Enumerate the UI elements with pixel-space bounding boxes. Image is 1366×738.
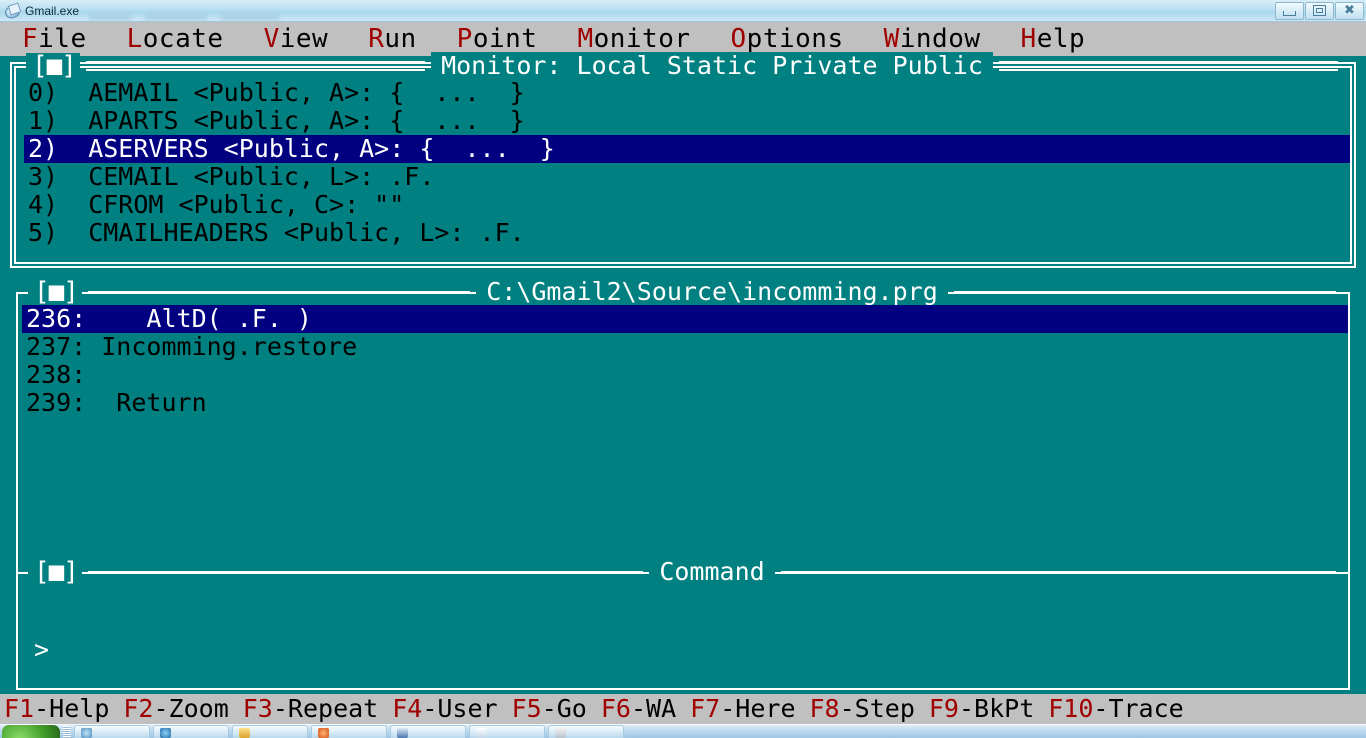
os-taskbar xyxy=(0,724,1366,738)
fkey-label: F3 xyxy=(242,694,273,723)
start-button[interactable] xyxy=(2,725,60,738)
minimize-button[interactable] xyxy=(1275,1,1304,20)
fkey-action: -Here xyxy=(720,694,796,723)
monitor-row[interactable]: 0) AEMAIL <Public, A>: { ... } xyxy=(24,79,1350,107)
source-line-selected[interactable]: 236: AltD( .F. ) xyxy=(22,305,1348,333)
fkey-f8-step[interactable]: F8-Step xyxy=(810,695,915,723)
command-window: [■] Command > xyxy=(16,558,1350,690)
menu-hotkey: W xyxy=(883,24,900,54)
source-code-list: 236: AltD( .F. ) 237: Incomming.restore … xyxy=(18,294,1348,586)
fkey-label: F5 xyxy=(511,694,542,723)
menu-hotkey: R xyxy=(368,24,385,54)
fkey-label: F8 xyxy=(809,694,840,723)
fkey-action: -Help xyxy=(34,694,110,723)
menu-label: iew xyxy=(279,24,329,54)
menu-hotkey: O xyxy=(730,24,747,54)
fkey-f9-bkpt[interactable]: F9-BkPt xyxy=(929,695,1034,723)
fkey-action: -User xyxy=(422,694,498,723)
fkey-label: F2 xyxy=(123,694,154,723)
monitor-row-selected[interactable]: 2) ASERVERS <Public, A>: { ... } xyxy=(24,135,1350,163)
caption-rule-right xyxy=(953,291,1337,293)
menu-item-run[interactable]: Run xyxy=(368,24,416,54)
fkey-action: -Repeat xyxy=(272,694,379,723)
menu-label: elp xyxy=(1036,24,1086,54)
menu-item-monitor[interactable]: Monitor xyxy=(577,24,690,54)
source-line[interactable]: 238: xyxy=(22,361,1348,389)
menu-item-help[interactable]: Help xyxy=(1021,24,1086,54)
redacted-title-text xyxy=(89,6,293,21)
menu-item-options[interactable]: Options xyxy=(731,24,844,54)
os-window-title: Gmail.exe xyxy=(25,3,80,18)
taskbar-item[interactable] xyxy=(153,725,229,738)
menu-item-point[interactable]: Point xyxy=(457,24,538,54)
menu-label: ptions xyxy=(746,24,844,54)
menu-label: ile xyxy=(38,24,87,54)
fkey-action: -Trace xyxy=(1093,694,1184,723)
caption-rule-right xyxy=(780,571,1337,573)
menu-hotkey: H xyxy=(1020,24,1037,54)
menu-label: onitor xyxy=(593,24,691,54)
menu-hotkey: F xyxy=(22,24,39,54)
fkey-action: -WA xyxy=(630,694,677,723)
fkey-label: F1 xyxy=(4,694,35,723)
menu-label: indow xyxy=(899,24,981,54)
app-icon xyxy=(3,2,22,20)
monitor-row[interactable]: 3) CEMAIL <Public, L>: .F. xyxy=(24,163,1350,191)
fkey-label: F6 xyxy=(600,694,631,723)
menu-hotkey: P xyxy=(456,24,473,54)
restore-button[interactable] xyxy=(1305,1,1334,20)
caption-rule-left xyxy=(87,571,644,573)
close-button[interactable]: ✖ xyxy=(1335,1,1364,20)
monitor-row[interactable]: 5) CMAILHEADERS <Public, L>: .F. xyxy=(24,219,1350,247)
menu-label: oint xyxy=(472,24,538,54)
fkey-f6-wa[interactable]: F6-WA xyxy=(601,695,676,723)
menu-hotkey: M xyxy=(577,24,594,54)
fkey-label: F9 xyxy=(928,694,959,723)
source-line[interactable]: 237: Incomming.restore xyxy=(22,333,1348,361)
function-key-bar: F1-Help F2-Zoom F3-Repeat F4-User F5-Go … xyxy=(0,694,1366,724)
monitor-row[interactable]: 1) APARTS <Public, A>: { ... } xyxy=(24,107,1350,135)
monitor-variable-list: 0) AEMAIL <Public, A>: { ... } 1) APARTS… xyxy=(16,68,1350,262)
menu-item-window[interactable]: Window xyxy=(884,24,981,54)
command-prompt[interactable]: > xyxy=(26,636,1348,664)
taskbar-drag-handle[interactable] xyxy=(63,726,71,738)
fkey-f7-here[interactable]: F7-Here xyxy=(690,695,795,723)
fkey-label: F10 xyxy=(1048,694,1094,723)
fkey-f3-repeat[interactable]: F3-Repeat xyxy=(243,695,378,723)
fkey-f2-zoom[interactable]: F2-Zoom xyxy=(123,695,228,723)
menu-item-file[interactable]: File xyxy=(22,24,87,54)
menu-label: un xyxy=(384,24,417,54)
window-controls: ✖ xyxy=(1274,1,1366,21)
source-window: [■] C:\Gmail2\Source\incomming.prg 236: … xyxy=(16,278,1350,588)
menu-item-locate[interactable]: Locate xyxy=(127,24,224,54)
source-line[interactable]: 239: Return xyxy=(22,389,1348,417)
fkey-action: -Step xyxy=(839,694,915,723)
os-title-bar: Gmail.exe ✖ xyxy=(0,0,1366,22)
fkey-f10-trace[interactable]: F10-Trace xyxy=(1048,695,1183,723)
taskbar-item[interactable] xyxy=(232,725,308,738)
monitor-window: [■] Monitor: Local Static Private Public… xyxy=(10,52,1356,268)
fkey-action: -Zoom xyxy=(153,694,229,723)
fkey-f1-help[interactable]: F1-Help xyxy=(4,695,109,723)
taskbar-item[interactable] xyxy=(390,725,466,738)
fkey-action: -BkPt xyxy=(958,694,1035,723)
taskbar-item[interactable] xyxy=(469,725,545,738)
taskbar-item[interactable] xyxy=(74,725,150,738)
fkey-f4-user[interactable]: F4-User xyxy=(392,695,497,723)
debugger-desktop: [■] Monitor: Local Static Private Public… xyxy=(0,52,1366,694)
fkey-label: F4 xyxy=(392,694,423,723)
taskbar-item[interactable] xyxy=(548,725,624,738)
caption-rule-left xyxy=(87,291,471,293)
taskbar-item[interactable] xyxy=(311,725,387,738)
menu-item-view[interactable]: View xyxy=(264,24,329,54)
monitor-row[interactable]: 4) CFROM <Public, C>: "" xyxy=(24,191,1350,219)
menu-bar: File Locate View Run Point Monitor Optio… xyxy=(0,22,1366,56)
menu-label: ocate xyxy=(142,24,224,54)
fkey-label: F7 xyxy=(690,694,721,723)
fkey-f5-go[interactable]: F5-Go xyxy=(512,695,587,723)
menu-hotkey: L xyxy=(126,24,143,54)
fkey-action: -Go xyxy=(541,694,587,723)
command-input-area[interactable]: > xyxy=(18,574,1348,688)
menu-hotkey: V xyxy=(263,24,280,54)
